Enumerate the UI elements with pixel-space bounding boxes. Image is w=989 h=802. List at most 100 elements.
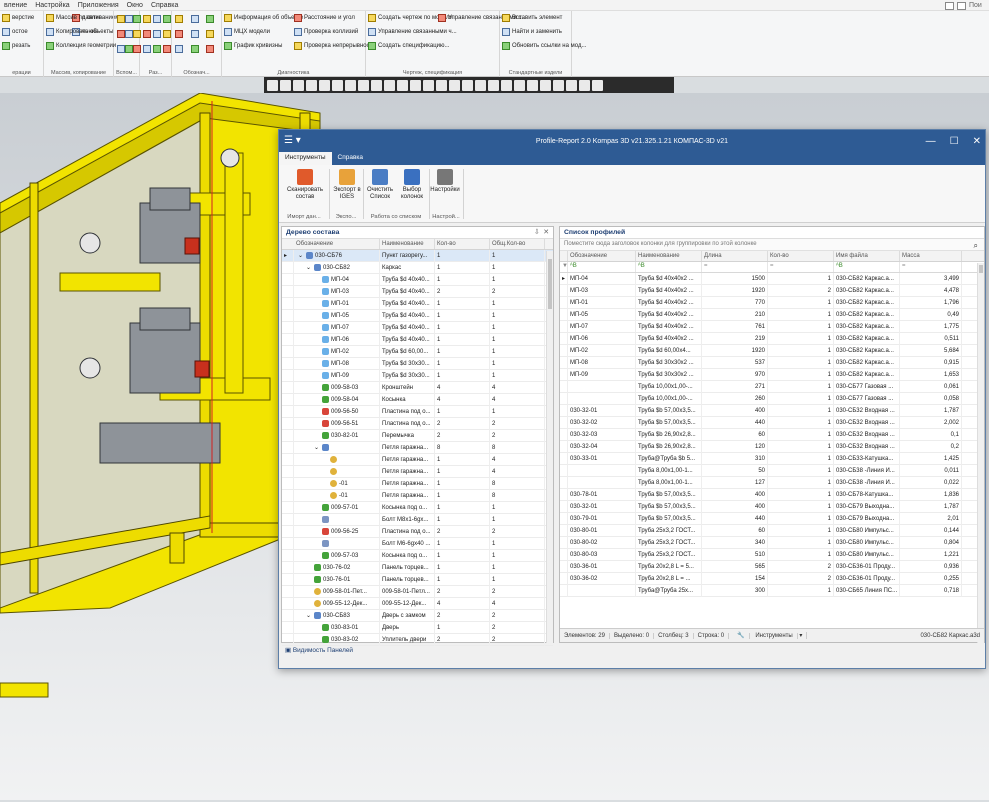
menu-item-4[interactable]: Справка (147, 2, 182, 9)
profiles-column-header[interactable]: Кол-во (768, 251, 834, 261)
view-tool-icon[interactable] (397, 79, 408, 91)
tab-help[interactable]: Справка (332, 152, 370, 165)
tree-row[interactable]: 030-83-01 Дверь 1 2 (282, 621, 553, 634)
ribbon-item[interactable]: Найти и заменить (502, 28, 562, 36)
tool-icon[interactable] (175, 30, 183, 38)
tab-tools[interactable]: Инструменты (279, 152, 332, 165)
maximize-icon[interactable]: ☐ (950, 136, 959, 147)
window-restore-icon[interactable] (945, 1, 954, 10)
ribbon-item[interactable]: Обновить ссылки на мод... (502, 42, 586, 50)
panel-visibility-button[interactable]: ▣ Видимость Панелей (279, 643, 559, 656)
ribbon-item[interactable]: резать (2, 42, 30, 50)
profile-row[interactable]: 030-32-02 Труба $b 57,00x3,5... 440 1 030-СБ… (560, 416, 984, 429)
panel-close-icon[interactable]: ✕ (543, 229, 549, 236)
profile-row[interactable]: МП-01 Труба $d 40x40x2 ... 770 1 030-СБ82 Ка… (560, 296, 984, 309)
view-tool-icon[interactable] (475, 79, 486, 91)
tool-icon[interactable] (163, 30, 171, 38)
profile-row[interactable]: 030-36-02 Труба 20x2,8 L = ... 154 2 030-СБ3… (560, 572, 984, 585)
tool-icon[interactable] (163, 45, 171, 53)
tree-column-header[interactable]: Обозначение (294, 239, 380, 249)
dialog-button-2[interactable]: Очистить Список (365, 169, 395, 200)
pin-icon[interactable]: ⇩ (534, 229, 540, 236)
profile-row[interactable]: МП-07 Труба $d 40x40x2 ... 761 1 030-СБ82 Ка… (560, 320, 984, 333)
tree-row[interactable]: МП-03 Труба $d 40x40... 2 2 (282, 285, 553, 298)
view-tool-icon[interactable] (384, 79, 395, 91)
profile-row[interactable]: Труба 8,00x1,00-1... 127 1 030-СБ38 -Линия … (560, 476, 984, 489)
tree-row[interactable]: ▸ ⌄ 030-СБ76 Пункт газорегу... 1 1 (282, 249, 553, 262)
profile-row[interactable]: Труба 10,00x1,00-... 271 1 030-СБ77 Газовая… (560, 380, 984, 393)
expand-chevron-icon[interactable]: ⌄ (306, 262, 312, 274)
tool-icon[interactable] (175, 45, 183, 53)
search-icon[interactable]: ⌕ (974, 241, 978, 251)
view-tool-icon[interactable] (436, 79, 447, 91)
tree-row[interactable]: МП-01 Труба $d 40x40... 1 1 (282, 297, 553, 310)
tool-icon[interactable] (190, 45, 199, 53)
ribbon-item[interactable]: Проверка непрерывности (294, 42, 376, 50)
ribbon-item[interactable]: остое (2, 28, 28, 36)
view-tool-icon[interactable] (579, 79, 590, 91)
tree-row[interactable]: 009-57-03 Косынка под о... 1 1 (282, 549, 553, 562)
tree-row[interactable]: МП-09 Труба $d 30x30... 1 1 (282, 369, 553, 382)
close-icon[interactable]: ✕ (973, 136, 981, 147)
profile-row[interactable]: МП-06 Труба $d 40x40x2 ... 219 1 030-СБ82 Ка… (560, 332, 984, 345)
profile-row[interactable]: 030-80-03 Труба 25x3,2 ГОСТ... 510 1 030-СБ8… (560, 548, 984, 561)
view-tool-icon[interactable] (566, 79, 577, 91)
column-filter[interactable]: ᴬB (834, 262, 900, 272)
tree-row[interactable]: МП-07 Труба $d 40x40... 1 1 (282, 321, 553, 334)
ribbon-item[interactable]: Информация об объекте (224, 14, 303, 22)
tree-row[interactable]: 009-56-51 Пластина под о... 2 2 (282, 417, 553, 430)
view-tool-icon[interactable] (280, 79, 291, 91)
tool-icon[interactable] (125, 45, 134, 53)
ribbon-item[interactable]: Управление связанными ч... (368, 28, 457, 36)
profile-row[interactable]: 030-32-01 Труба $b 57,00x3,5... 400 1 030-СБ… (560, 500, 984, 513)
profile-row[interactable]: 030-32-03 Труба $b 26,90x2,8... 60 1 030-СБ3… (560, 428, 984, 441)
expand-chevron-icon[interactable]: ⌄ (298, 250, 304, 262)
tree-row[interactable]: 030-76-01 Панель торцев... 1 1 (282, 573, 553, 586)
ribbon-item[interactable]: Копировать объекты (46, 28, 113, 36)
expand-chevron-icon[interactable]: ⌄ (306, 610, 312, 622)
tree-row[interactable]: ⌄ 030-СБ82 Каркас 1 1 (282, 261, 553, 274)
tool-icon[interactable] (206, 30, 215, 38)
column-filter[interactable]: ᴬB (636, 262, 702, 272)
dialog-button-4[interactable]: Настройки (429, 169, 461, 194)
tree-column-header[interactable]: Общ.Кол-во (490, 239, 545, 249)
tool-icon[interactable] (117, 45, 125, 53)
profile-row[interactable]: 030-32-01 Труба $b 57,00x3,5... 400 1 030-СБ… (560, 404, 984, 417)
view-tool-icon[interactable] (449, 79, 460, 91)
tree-row[interactable]: 009-56-25 Пластина под о... 2 2 (282, 525, 553, 538)
tree-row[interactable]: 009-58-04 Косынка 4 4 (282, 393, 553, 406)
profiles-column-header[interactable]: Длина (702, 251, 768, 261)
tree-row[interactable]: 030-82-01 Перемычка 2 2 (282, 429, 553, 442)
view-tool-icon[interactable] (488, 79, 499, 91)
tool-icon[interactable] (190, 15, 199, 23)
tool-icon[interactable] (117, 30, 125, 38)
ribbon-item[interactable]: Массив по сетке (46, 14, 102, 22)
profile-row[interactable]: МП-09 Труба $d 30x30x2 ... 970 1 030-СБ82 Ка… (560, 368, 984, 381)
tree-column-header[interactable]: Кол-во (435, 239, 490, 249)
profile-row[interactable]: Труба 8,00x1,00-1... 50 1 030-СБ38 -Линия И… (560, 464, 984, 477)
tree-row[interactable]: Петля гаражна... 1 4 (282, 465, 553, 478)
menu-item-0[interactable]: вление (0, 2, 31, 9)
tree-row[interactable]: -01 Петля гаражна... 1 8 (282, 489, 553, 502)
tool-icon[interactable] (143, 15, 151, 23)
profile-row[interactable]: ▸ МП-04 Труба $d 40x40x2 ... 1500 1 030-СБ82 … (560, 272, 984, 285)
ribbon-item[interactable]: График кривизны (224, 42, 282, 50)
column-filter[interactable]: = (768, 262, 834, 272)
column-filter[interactable]: = (702, 262, 768, 272)
view-tool-icon[interactable] (332, 79, 343, 91)
tree-scrollbar[interactable] (546, 251, 553, 643)
ribbon-item[interactable]: Вставить элемент (502, 14, 562, 22)
tree-row[interactable]: 009-55-12-Дек... 009-55-12-Дек... 4 4 (282, 597, 553, 610)
column-filter[interactable]: ᴬB (568, 262, 636, 272)
tool-icon[interactable] (175, 15, 183, 23)
ribbon-item[interactable]: верстие (2, 14, 34, 22)
view-tool-icon[interactable] (410, 79, 421, 91)
tree-row[interactable]: МП-08 Труба $d 30x30... 1 1 (282, 357, 553, 370)
view-tool-icon[interactable] (527, 79, 538, 91)
menu-item-1[interactable]: Настройка (31, 2, 73, 9)
view-tool-icon[interactable] (345, 79, 356, 91)
tree-row[interactable]: -01 Петля гаражна... 1 8 (282, 477, 553, 490)
profile-row[interactable]: МП-08 Труба $d 30x30x2 ... 537 1 030-СБ82 Ка… (560, 356, 984, 369)
tree-row[interactable]: МП-05 Труба $d 40x40... 1 1 (282, 309, 553, 322)
tree-row[interactable]: ⌄ Петля гаражна... 8 8 (282, 441, 553, 454)
